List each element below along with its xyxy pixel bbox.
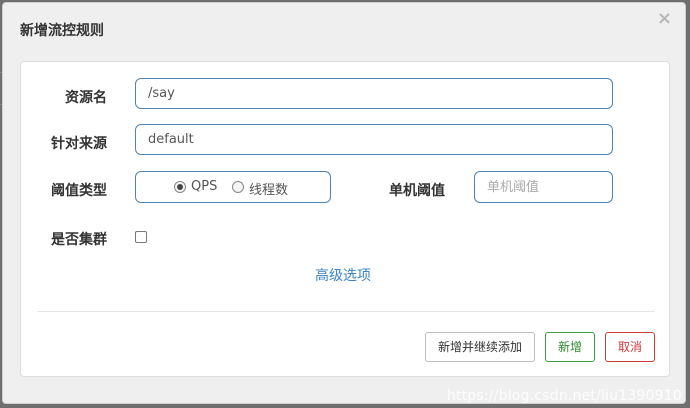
add-continue-button[interactable]: 新增并继续添加: [425, 332, 535, 362]
flow-rule-dialog: 新增流控规则 × 资源名 针对来源 阈值类型 QPS 线程数 单机阈值 是否集群…: [2, 2, 686, 404]
divider: [37, 311, 655, 312]
resource-label: 资源名: [65, 90, 107, 106]
thread-count-radio[interactable]: [232, 181, 244, 193]
threshold-type-radio-group: QPS 线程数: [135, 171, 331, 203]
source-label: 针对来源: [51, 136, 107, 152]
add-button[interactable]: 新增: [545, 332, 595, 362]
resource-input[interactable]: [135, 78, 613, 109]
source-input[interactable]: [135, 124, 613, 155]
cancel-button[interactable]: 取消: [605, 332, 655, 362]
advanced-options-link[interactable]: 高级选项: [315, 265, 371, 285]
qps-radio-label[interactable]: QPS: [191, 179, 217, 194]
close-icon[interactable]: ×: [657, 10, 672, 28]
threshold-type-label: 阈值类型: [51, 183, 107, 199]
dialog-title: 新增流控规则: [20, 23, 104, 39]
thread-count-radio-label[interactable]: 线程数: [249, 179, 288, 198]
qps-radio[interactable]: [174, 181, 186, 193]
single-threshold-input[interactable]: [474, 171, 613, 203]
cluster-label: 是否集群: [51, 232, 107, 248]
form-panel: 资源名 针对来源 阈值类型 QPS 线程数 单机阈值 是否集群 高级选项 新增并…: [20, 61, 670, 377]
watermark: https://blog.csdn.net/liu1390910: [446, 388, 682, 404]
single-threshold-label: 单机阈值: [389, 183, 445, 199]
cluster-checkbox[interactable]: [135, 231, 147, 243]
